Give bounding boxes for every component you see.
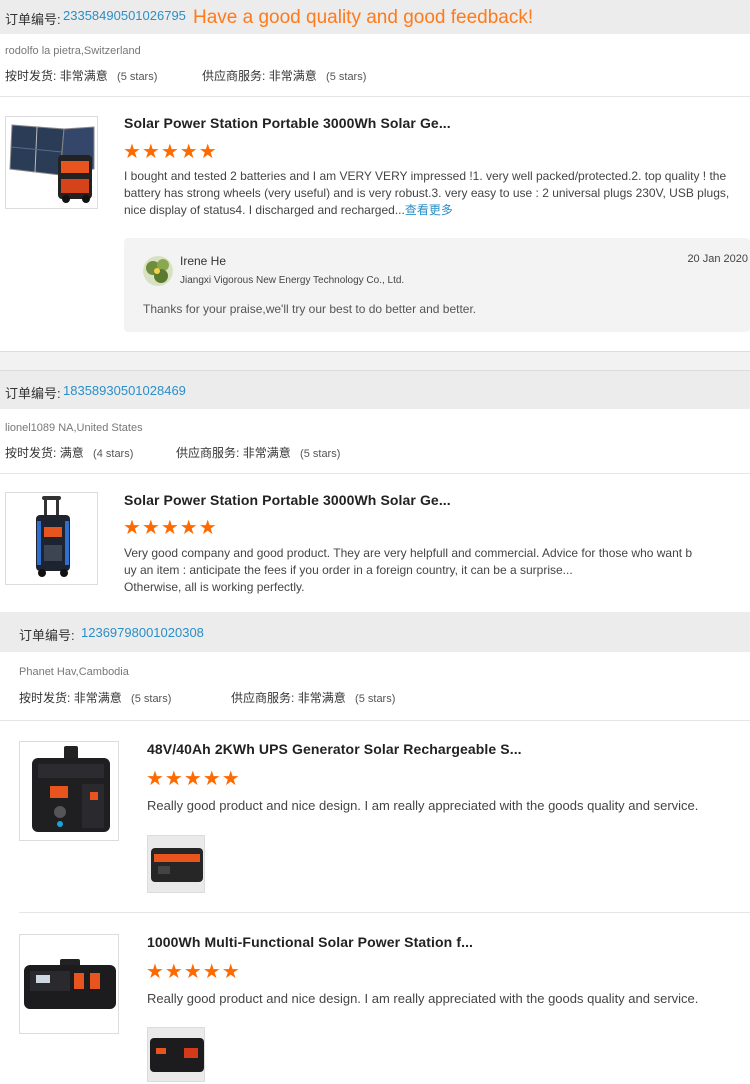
review-line: uy an item : anticipate the fees if you … xyxy=(124,563,573,577)
service-rating: 供应商服务: 非常满意 (5 stars) xyxy=(176,444,340,461)
review-text: I bought and tested 2 batteries and I am… xyxy=(124,168,739,219)
star-rating: ★★★★★ xyxy=(146,768,241,790)
shipping-label: 按时发货: xyxy=(19,691,71,705)
shipping-rating-value: 非常满意 xyxy=(73,691,122,705)
star-rating: ★★★★★ xyxy=(123,141,218,163)
shipping-rating-value: 满意 xyxy=(59,446,84,460)
section-separator xyxy=(0,351,750,371)
shipping-label: 按时发货: xyxy=(5,446,57,460)
order-number-label: 订单编号: xyxy=(5,12,61,27)
divider xyxy=(0,96,750,97)
order-header: 订单编号: 12369798001020308 xyxy=(0,612,750,652)
service-stars: (5 stars) xyxy=(300,448,341,460)
divider xyxy=(0,473,750,474)
service-stars: (5 stars) xyxy=(326,71,367,83)
service-label: 供应商服务: xyxy=(176,446,240,460)
service-label: 供应商服务: xyxy=(231,691,295,705)
order-header: 订单编号: 18358930501028469 xyxy=(0,371,750,409)
review-text: Really good product and nice design. I a… xyxy=(147,798,699,813)
divider xyxy=(19,912,750,913)
service-rating-value: 非常满意 xyxy=(297,691,346,705)
service-stars: (5 stars) xyxy=(355,693,396,705)
shipping-label: 按时发货: xyxy=(5,69,57,83)
service-rating: 供应商服务: 非常满意 (5 stars) xyxy=(202,67,366,84)
see-more-link[interactable]: 查看更多 xyxy=(405,203,453,217)
order-number-link[interactable]: 18358930501028469 xyxy=(63,383,186,398)
service-rating: 供应商服务: 非常满意 (5 stars) xyxy=(231,689,395,706)
product-title[interactable]: 1000Wh Multi-Functional Solar Power Stat… xyxy=(147,934,473,950)
service-rating-value: 非常满意 xyxy=(242,446,291,460)
order-number-link[interactable]: 12369798001020308 xyxy=(81,625,204,640)
product-title[interactable]: Solar Power Station Portable 3000Wh Sola… xyxy=(124,492,451,508)
review-line: Otherwise, all is working perfectly. xyxy=(124,580,305,594)
product-image-ups-generator[interactable] xyxy=(19,741,119,841)
shipping-rating: 按时发货: 非常满意 (5 stars) xyxy=(19,689,171,706)
divider xyxy=(0,720,750,721)
service-rating-value: 非常满意 xyxy=(268,69,317,83)
shipping-stars: (4 stars) xyxy=(93,448,134,460)
order-number-label: 订单编号: xyxy=(19,628,75,643)
review-text: Very good company and good product. They… xyxy=(124,545,744,596)
product-image-trolley-battery[interactable] xyxy=(5,492,98,585)
star-rating: ★★★★★ xyxy=(123,517,218,539)
review-photo[interactable] xyxy=(147,1027,205,1082)
shipping-stars: (5 stars) xyxy=(131,693,172,705)
star-rating: ★★★★★ xyxy=(146,961,241,983)
seller-reply: Irene He Jiangxi Vigorous New Energy Tec… xyxy=(124,238,750,332)
service-label: 供应商服务: xyxy=(202,69,266,83)
seller-name: Irene He xyxy=(180,254,227,268)
review-photo[interactable] xyxy=(147,835,205,893)
review-line: Very good company and good product. They… xyxy=(124,546,693,560)
product-image-solar-kit[interactable] xyxy=(5,116,98,209)
buyer-info: Phanet Hav,Cambodia xyxy=(19,666,129,678)
product-image-power-station[interactable] xyxy=(19,934,119,1034)
shipping-rating: 按时发货: 非常满意 (5 stars) xyxy=(5,67,157,84)
product-title[interactable]: Solar Power Station Portable 3000Wh Sola… xyxy=(124,115,451,131)
seller-company: Jiangxi Vigorous New Energy Technology C… xyxy=(180,275,405,286)
shipping-stars: (5 stars) xyxy=(117,71,158,83)
reply-date: 20 Jan 2020 xyxy=(687,253,748,265)
headline-banner: Have a good quality and good feedback! xyxy=(193,7,534,28)
seller-avatar xyxy=(143,256,173,286)
review-text: Really good product and nice design. I a… xyxy=(147,991,699,1006)
shipping-rating: 按时发货: 满意 (4 stars) xyxy=(5,444,133,461)
buyer-info: rodolfo la pietra,Switzerland xyxy=(5,45,141,57)
shipping-rating-value: 非常满意 xyxy=(59,69,108,83)
buyer-info: lionel1089 NA,United States xyxy=(5,422,143,434)
order-number-label: 订单编号: xyxy=(5,386,61,401)
order-number-link[interactable]: 23358490501026795 xyxy=(63,8,186,23)
product-title[interactable]: 48V/40Ah 2KWh UPS Generator Solar Rechar… xyxy=(147,741,522,757)
reply-message: Thanks for your praise,we'll try our bes… xyxy=(143,302,477,316)
